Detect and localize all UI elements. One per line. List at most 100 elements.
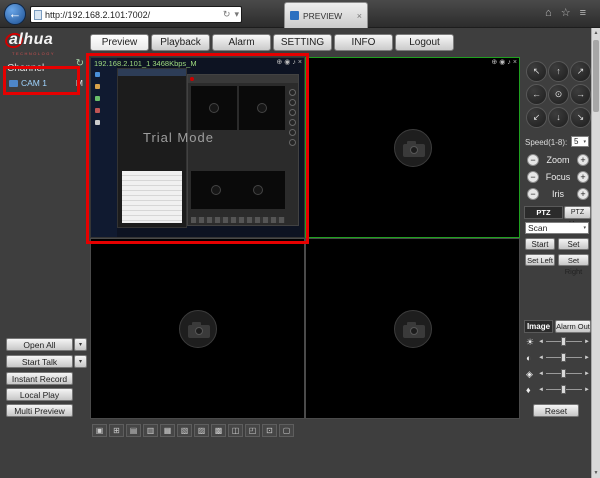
audio-icon[interactable]: ♪ <box>292 59 296 67</box>
layout-icon-6[interactable]: ▧ <box>177 424 192 437</box>
camera-placeholder-icon <box>394 129 432 167</box>
layout-icon-12[interactable]: ▢ <box>279 424 294 437</box>
vertical-scrollbar[interactable]: ▲ ▼ <box>591 28 600 478</box>
instant-record-button[interactable]: Instant Record <box>6 372 73 385</box>
slider-right-icon[interactable]: ► <box>584 387 590 393</box>
saturation-slider[interactable] <box>546 369 582 378</box>
ptz-down-button[interactable]: ↓ <box>548 107 569 128</box>
ptz-up-button[interactable]: ↑ <box>548 61 569 82</box>
start-talk-dropdown-icon[interactable]: ▾ <box>74 355 87 368</box>
snapshot-icon[interactable]: ◉ <box>284 59 290 67</box>
brightness-slider[interactable] <box>546 337 582 346</box>
browser-toolbar: ← ↻ ▾ PREVIEW × ⌂ ☆ ≡ <box>0 0 600 28</box>
focus-minus-button[interactable]: − <box>527 171 539 183</box>
slider-thumb[interactable] <box>561 369 566 378</box>
close-stream-icon[interactable]: × <box>513 59 517 67</box>
ptz-set-button[interactable]: Set <box>558 238 589 250</box>
zoom-plus-button[interactable]: + <box>577 154 589 166</box>
image-tab[interactable]: Image <box>524 320 553 333</box>
ptz-position-button[interactable]: ⊙ <box>548 84 569 105</box>
audio-icon[interactable]: ♪ <box>507 59 511 67</box>
ptz-start-button[interactable]: Start <box>525 238 555 250</box>
layout-icon-2[interactable]: ⊞ <box>109 424 124 437</box>
close-stream-icon[interactable]: × <box>298 59 302 67</box>
ptz-menu-tab[interactable]: PTZ Menu <box>564 206 591 219</box>
scroll-up-icon[interactable]: ▲ <box>592 28 600 38</box>
ptz-set-right-button[interactable]: Set Right <box>558 254 589 266</box>
ptz-down-left-button[interactable]: ↙ <box>526 107 547 128</box>
slider-left-icon[interactable]: ◄ <box>538 371 544 377</box>
nav-tab-setting[interactable]: SETTING <box>273 34 332 51</box>
open-all-button[interactable]: Open All <box>6 338 73 351</box>
layout-icon-10[interactable]: ◰ <box>245 424 260 437</box>
video-window-4[interactable] <box>305 238 520 419</box>
ptz-left-button[interactable]: ← <box>526 84 547 105</box>
slider-left-icon[interactable]: ◄ <box>538 355 544 361</box>
favorites-icon[interactable]: ☆ <box>561 7 571 20</box>
snapshot-icon[interactable]: ◉ <box>499 59 505 67</box>
layout-icon-11[interactable]: ⊡ <box>262 424 277 437</box>
slider-right-icon[interactable]: ► <box>584 371 590 377</box>
stream-selector[interactable]: M <box>76 78 83 88</box>
reset-button[interactable]: Reset <box>533 404 579 417</box>
nav-tab-playback[interactable]: Playback <box>151 34 210 51</box>
nav-tab-preview[interactable]: Preview <box>90 34 149 51</box>
trial-mode-watermark: Trial Mode <box>143 130 214 145</box>
iris-plus-button[interactable]: + <box>577 188 589 200</box>
ptz-down-right-button[interactable]: ↘ <box>570 107 591 128</box>
slider-left-icon[interactable]: ◄ <box>538 387 544 393</box>
back-button[interactable]: ← <box>4 3 26 25</box>
home-icon[interactable]: ⌂ <box>545 7 552 20</box>
open-all-dropdown-icon[interactable]: ▾ <box>74 338 87 351</box>
refresh-channels-icon[interactable]: ↻ <box>76 58 84 69</box>
ptz-function-select[interactable]: Scan ▾ <box>525 222 589 234</box>
url-bar[interactable]: ↻ ▾ <box>30 6 242 23</box>
speed-select[interactable]: 5 ▾ <box>571 136 589 147</box>
alarm-out-tab[interactable]: Alarm Out <box>555 320 591 333</box>
digital-zoom-icon[interactable]: ⊕ <box>276 59 282 67</box>
scroll-down-icon[interactable]: ▼ <box>592 468 600 478</box>
nav-tab-alarm[interactable]: Alarm <box>212 34 271 51</box>
contrast-slider[interactable] <box>546 353 582 362</box>
scrollbar-thumb[interactable] <box>593 40 599 112</box>
nav-tab-logout[interactable]: Logout <box>395 34 454 51</box>
video-window-2[interactable]: ⊕ ◉ ♪ × <box>305 57 520 238</box>
iris-minus-button[interactable]: − <box>527 188 539 200</box>
ptz-setup-tab[interactable]: PTZ Setup <box>524 206 563 219</box>
slider-right-icon[interactable]: ► <box>584 339 590 345</box>
tools-icon[interactable]: ≡ <box>580 7 586 20</box>
local-play-button[interactable]: Local Play <box>6 388 73 401</box>
layout-icon-8[interactable]: ▩ <box>211 424 226 437</box>
ptz-up-left-button[interactable]: ↖ <box>526 61 547 82</box>
zoom-minus-button[interactable]: − <box>527 154 539 166</box>
layout-icon-1[interactable]: ▣ <box>92 424 107 437</box>
layout-icon-4[interactable]: ▥ <box>143 424 158 437</box>
ptz-set-left-button[interactable]: Set Left <box>525 254 555 266</box>
slider-thumb[interactable] <box>561 337 566 346</box>
hue-slider[interactable] <box>546 385 582 394</box>
slider-left-icon[interactable]: ◄ <box>538 339 544 345</box>
slider-right-icon[interactable]: ► <box>584 355 590 361</box>
slider-thumb[interactable] <box>561 385 566 394</box>
layout-icon-3[interactable]: ▤ <box>126 424 141 437</box>
channel-item[interactable]: CAM 1 M <box>9 76 83 90</box>
layout-icon-9[interactable]: ◫ <box>228 424 243 437</box>
digital-zoom-icon[interactable]: ⊕ <box>491 59 497 67</box>
ptz-up-right-button[interactable]: ↗ <box>570 61 591 82</box>
start-talk-button[interactable]: Start Talk <box>6 355 73 368</box>
refresh-icon[interactable]: ↻ <box>221 9 233 20</box>
focus-plus-button[interactable]: + <box>577 171 589 183</box>
ptz-right-button[interactable]: → <box>570 84 591 105</box>
video-window-1[interactable]: Trial Mode 192.168.2.101_1 3468Kbps_M ⊕ … <box>90 57 305 238</box>
dahua-logo: alhua TECHNOLOGY <box>9 31 87 57</box>
multi-preview-button[interactable]: Multi Preview <box>6 404 73 417</box>
video-window-3[interactable] <box>90 238 305 419</box>
tab-close-icon[interactable]: × <box>357 11 362 21</box>
layout-icon-7[interactable]: ▨ <box>194 424 209 437</box>
layout-icon-5[interactable]: ▦ <box>160 424 175 437</box>
browser-tab[interactable]: PREVIEW × <box>284 2 368 28</box>
url-dropdown-icon[interactable]: ▾ <box>232 9 241 20</box>
slider-thumb[interactable] <box>561 353 566 362</box>
url-input[interactable] <box>45 10 221 20</box>
nav-tab-info[interactable]: INFO <box>334 34 393 51</box>
